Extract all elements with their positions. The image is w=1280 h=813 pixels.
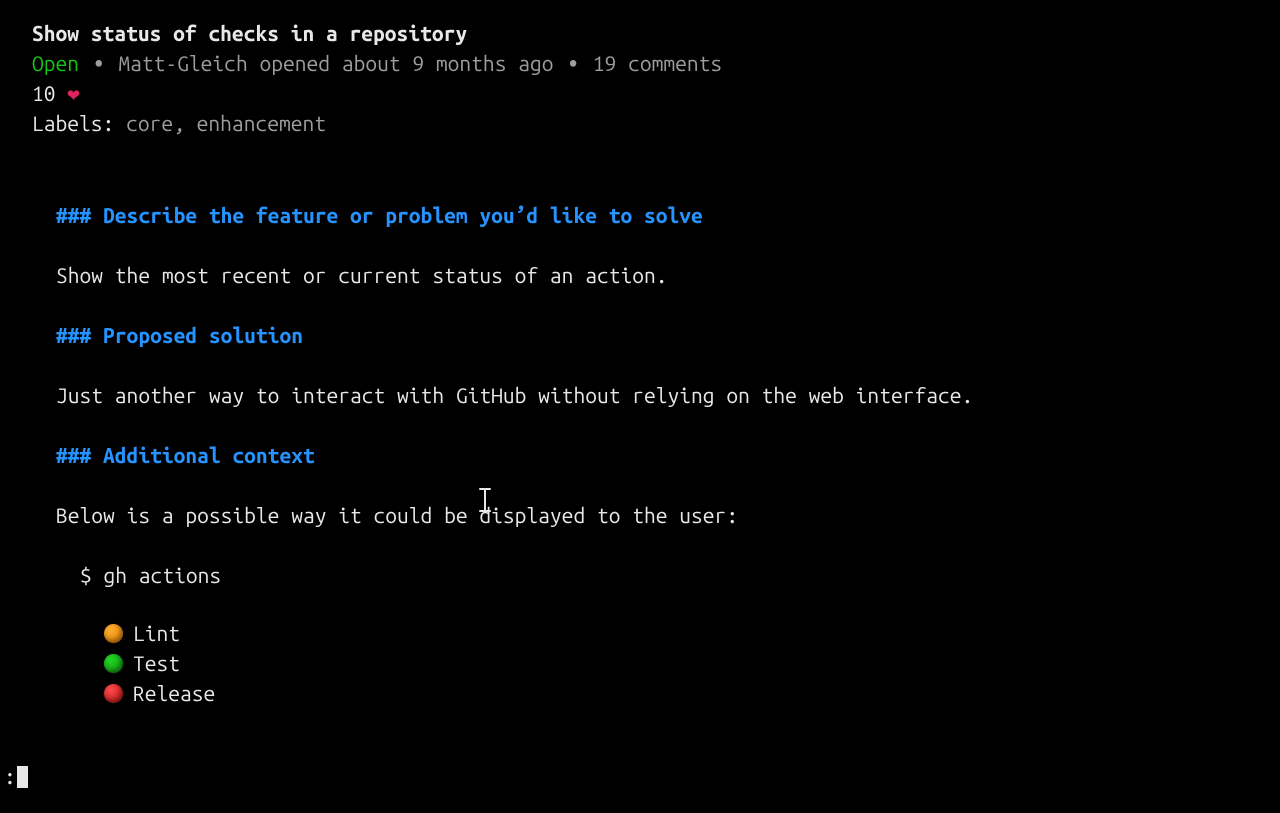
action-name: Release <box>133 678 215 708</box>
issue-meta-line: Open • Matt-Gleich opened about 9 months… <box>32 48 1280 78</box>
reaction-heart-count: 10 <box>32 81 56 105</box>
issue-opened-relative: about 9 months ago <box>342 51 554 75</box>
issue-status: Open <box>32 51 79 75</box>
reactions-line: 10 ❤ <box>32 78 1280 108</box>
status-dot-red-icon <box>104 684 123 703</box>
meta-bullet-2: • <box>567 51 579 75</box>
terminal-pager-screen[interactable]: Show status of checks in a repository Op… <box>0 0 1280 813</box>
issue-comments-count: 19 <box>593 51 617 75</box>
paragraph-proposed: Just another way to interact with GitHub… <box>56 380 1036 410</box>
meta-bullet-1: • <box>93 51 105 75</box>
issue-opened-text: opened <box>259 51 341 75</box>
cursor-block-icon <box>17 766 28 788</box>
paragraph-context: Below is a possible way it could be disp… <box>56 500 1036 530</box>
paragraph-describe: Show the most recent or current status o… <box>56 260 1036 290</box>
action-row-lint: Lint <box>104 618 1280 648</box>
pager-prompt[interactable]: : <box>4 761 28 791</box>
labels-line: Labels: core, enhancement <box>32 108 1280 138</box>
issue-author: Matt-Gleich <box>118 51 247 75</box>
action-name: Lint <box>133 618 180 648</box>
action-row-release: Release <box>104 678 1280 708</box>
example-output: Lint Test Release <box>104 618 1280 708</box>
action-row-test: Test <box>104 648 1280 678</box>
pager-colon: : <box>4 764 16 788</box>
issue-comments-label: comments <box>628 51 722 75</box>
heading-proposed: ### Proposed solution <box>56 320 1280 350</box>
status-dot-green-icon <box>104 654 123 673</box>
labels-label: Labels: <box>32 111 114 135</box>
heading-context: ### Additional context <box>56 440 1280 470</box>
issue-body: ### Describe the feature or problem you’… <box>56 200 1280 708</box>
status-dot-orange-icon <box>104 624 123 643</box>
labels-values: core, enhancement <box>126 111 326 135</box>
action-name: Test <box>133 648 180 678</box>
heading-describe: ### Describe the feature or problem you’… <box>56 200 1280 230</box>
heart-icon: ❤ <box>67 81 80 105</box>
issue-title: Show status of checks in a repository <box>32 18 1280 48</box>
example-command: $ gh actions <box>80 560 1280 590</box>
